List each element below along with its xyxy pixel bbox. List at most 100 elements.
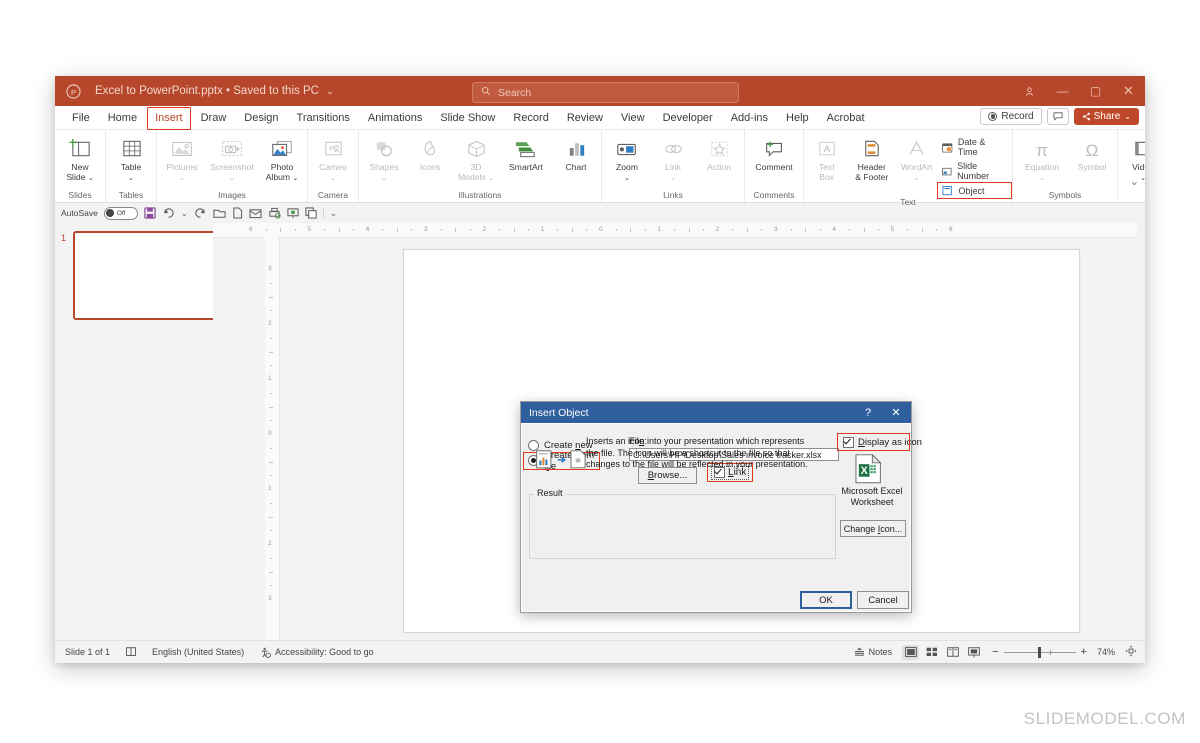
language-indicator[interactable]: English (United States) <box>152 647 244 657</box>
text-box-icon: A <box>815 134 838 160</box>
start-slideshow-icon[interactable] <box>286 207 299 219</box>
tab-acrobat[interactable]: Acrobat <box>818 109 874 127</box>
comment-button[interactable]: Comment <box>747 134 801 172</box>
cancel-button[interactable]: Cancel <box>857 591 909 609</box>
redo-icon[interactable] <box>194 207 207 219</box>
new-slide-button[interactable]: New Slide ⌄ <box>57 134 103 184</box>
tab-label: Acrobat <box>826 111 865 124</box>
account-icon[interactable] <box>1013 76 1046 106</box>
save-icon[interactable] <box>144 207 156 219</box>
tab-animations[interactable]: Animations <box>359 109 431 127</box>
vertical-ruler[interactable]: 3 2 1 0 1 2 3 <box>265 237 280 641</box>
accessibility-indicator[interactable]: Accessibility: Good to go <box>260 647 374 658</box>
zoom-out-button[interactable]: − <box>992 646 998 658</box>
equation-label: Equation ⌄ <box>1025 162 1059 182</box>
smartart-button[interactable]: SmartArt <box>499 134 553 172</box>
document-title[interactable]: Excel to PowerPoint.pptx • Saved to this… <box>95 85 334 97</box>
ruler-minor-tick <box>269 571 273 573</box>
pictures-icon <box>170 134 194 160</box>
tab-slide-show[interactable]: Slide Show <box>431 109 504 127</box>
new-file-icon[interactable] <box>232 207 243 219</box>
share-button[interactable]: Share ⌄ <box>1073 108 1139 125</box>
ok-button[interactable]: OK <box>800 591 852 609</box>
zoom-button[interactable]: Zoom ⌄ <box>604 134 650 184</box>
tab-record[interactable]: Record <box>504 109 557 127</box>
comments-button[interactable] <box>1046 108 1069 125</box>
dialog-close-button[interactable]: ✕ <box>883 402 909 423</box>
record-button[interactable]: Record <box>980 108 1042 125</box>
open-file-icon[interactable] <box>212 207 226 219</box>
tab-help[interactable]: Help <box>777 109 818 127</box>
dialog-help-button[interactable]: ? <box>855 402 881 423</box>
search-input[interactable]: Search <box>472 82 739 103</box>
tab-draw[interactable]: Draw <box>192 109 236 127</box>
autosave-toggle[interactable]: Off <box>103 206 138 220</box>
email-icon[interactable] <box>249 208 262 219</box>
screenshot-button[interactable]: Screenshot ⌄ <box>205 134 259 184</box>
fit-to-window-icon[interactable] <box>1125 645 1137 659</box>
maximize-button[interactable]: ▢ <box>1079 76 1112 106</box>
dialog-title-bar[interactable]: Insert Object ? ✕ <box>521 402 911 423</box>
symbol-button[interactable]: Ω Symbol <box>1069 134 1115 173</box>
zoom-slider[interactable]: − + <box>992 646 1087 658</box>
table-button[interactable]: Table ⌄ <box>108 134 154 184</box>
ribbon-right-actions: Record Share ⌄ <box>980 108 1139 125</box>
ruler-minor-tick <box>269 516 273 518</box>
slide-thumbnail-1[interactable] <box>73 231 227 320</box>
pictures-button[interactable]: Pictures ⌄ <box>159 134 205 184</box>
duplicate-icon[interactable] <box>304 207 317 219</box>
ruler-tick: 1 <box>268 375 272 382</box>
photo-album-button[interactable]: Photo Album ⌄ <box>259 134 305 184</box>
3d-models-button[interactable]: 3D Models ⌄ <box>453 134 499 184</box>
customize-qat-icon[interactable]: ⌄ <box>330 208 338 219</box>
icons-label: Icons <box>419 162 441 172</box>
action-button[interactable]: Action <box>696 134 742 172</box>
object-button[interactable]: Object <box>937 182 1013 199</box>
zoom-in-button[interactable]: + <box>1081 646 1087 658</box>
tab-insert[interactable]: Insert <box>146 106 192 130</box>
tab-developer[interactable]: Developer <box>654 109 722 127</box>
smartart-label: SmartArt <box>509 162 543 172</box>
zoom-handle[interactable] <box>1037 646 1041 658</box>
collapse-ribbon-button[interactable]: ⌄ <box>1130 175 1139 188</box>
zoom-level-label[interactable]: 74% <box>1097 647 1115 657</box>
tab-view[interactable]: View <box>612 109 654 127</box>
wordart-button[interactable]: WordArt ⌄ <box>896 134 937 184</box>
undo-dropdown-icon[interactable]: ⌄ <box>181 209 188 218</box>
ribbon-group-images: Pictures ⌄ Screenshot ⌄ Photo Album ⌄ Im… <box>156 130 307 202</box>
ruler-tick: 6 <box>249 226 253 233</box>
date-and-time-button[interactable]: Date & Time <box>939 136 1008 158</box>
slide-sorter-button[interactable] <box>923 645 940 660</box>
chart-button[interactable]: Chart <box>553 134 599 172</box>
undo-icon[interactable] <box>162 207 175 219</box>
tab-transitions[interactable]: Transitions <box>288 109 359 127</box>
ruler-tick: 2 <box>268 320 272 327</box>
text-box-button[interactable]: A Text Box <box>806 134 847 182</box>
link-button[interactable]: Link ⌄ <box>650 134 696 184</box>
equation-button[interactable]: π Equation ⌄ <box>1015 134 1069 184</box>
notes-page-indicator[interactable] <box>126 647 136 657</box>
normal-view-button[interactable] <box>902 644 920 660</box>
minimize-button[interactable]: — <box>1046 76 1079 106</box>
notes-button[interactable]: Notes <box>854 647 892 657</box>
close-button[interactable]: ✕ <box>1112 76 1145 106</box>
tab-home[interactable]: Home <box>99 109 146 127</box>
slide-number-button[interactable]: Slide Number <box>939 160 1008 182</box>
quick-print-icon[interactable] <box>268 207 281 219</box>
tab-add-ins[interactable]: Add-ins <box>722 109 777 127</box>
horizontal-ruler[interactable]: 6 5 4 3 2 1 0 1 2 3 4 5 6 <box>213 223 1137 238</box>
slide-show-button[interactable] <box>965 645 982 660</box>
tab-file[interactable]: File <box>63 109 99 127</box>
cameo-button[interactable]: P Cameo ⌄ <box>310 134 356 184</box>
change-icon-button[interactable]: Change Icon... <box>840 520 906 537</box>
reading-view-button[interactable] <box>944 645 961 660</box>
tab-design[interactable]: Design <box>235 109 287 127</box>
shapes-button[interactable]: Shapes ⌄ <box>361 134 407 184</box>
icons-button[interactable]: Icons <box>407 134 453 172</box>
header-footer-button[interactable]: Header & Footer <box>847 134 896 182</box>
display-as-icon-checkbox[interactable]: Display as icon <box>841 436 924 449</box>
chevron-down-icon[interactable]: ⌄ <box>326 86 334 96</box>
zoom-track[interactable] <box>1003 646 1076 658</box>
share-label: Share <box>1093 111 1121 122</box>
tab-review[interactable]: Review <box>558 109 612 127</box>
